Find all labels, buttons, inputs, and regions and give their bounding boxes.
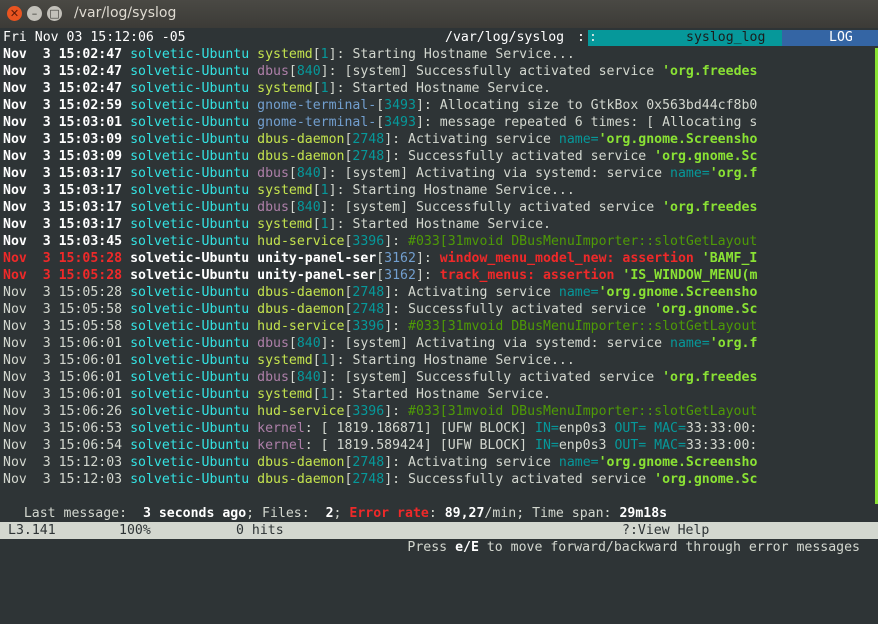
header-sep: : [589, 30, 597, 45]
maximize-window-icon[interactable]: □ [47, 6, 62, 21]
percent: 100% [119, 523, 151, 538]
log-row[interactable]: Nov 3 15:05:28 solvetic-Ubuntu dbus-daem… [3, 284, 878, 301]
line-number: L3.141 [8, 523, 56, 538]
log-row[interactable]: Nov 3 15:06:01 solvetic-Ubuntu dbus[840]… [3, 335, 878, 352]
log-row[interactable]: Nov 3 15:02:47 solvetic-Ubuntu systemd[1… [3, 80, 878, 97]
log-row[interactable]: Nov 3 15:05:28 solvetic-Ubuntu unity-pan… [3, 267, 878, 284]
window-title: /var/log/syslog [74, 5, 177, 21]
window-titlebar: ✕ – □ /var/log/syslog [0, 0, 878, 28]
log-row[interactable]: Nov 3 15:02:59 solvetic-Ubuntu gnome-ter… [3, 97, 878, 114]
log-lines[interactable]: Nov 3 15:02:47 solvetic-Ubuntu systemd[1… [3, 46, 878, 488]
log-row[interactable]: Nov 3 15:05:28 solvetic-Ubuntu unity-pan… [3, 250, 878, 267]
help-message: Press e/E to move forward/backward throu… [407, 540, 860, 555]
log-row[interactable]: Nov 3 15:03:17 solvetic-Ubuntu systemd[1… [3, 216, 878, 233]
log-row[interactable]: Nov 3 15:12:03 solvetic-Ubuntu dbus-daem… [3, 471, 878, 488]
status-line: Last message: 3 seconds ago; Files: 2; E… [23, 506, 668, 521]
log-row[interactable]: Nov 3 15:05:58 solvetic-Ubuntu dbus-daem… [3, 301, 878, 318]
log-row[interactable]: Nov 3 15:06:01 solvetic-Ubuntu systemd[1… [3, 352, 878, 369]
log-row[interactable]: Nov 3 15:03:01 solvetic-Ubuntu gnome-ter… [3, 114, 878, 131]
lnav-header: Fri Nov 03 15:12:06 -05 /var/log/syslog … [0, 30, 878, 46]
log-row[interactable]: Nov 3 15:03:17 solvetic-Ubuntu dbus[840]… [3, 165, 878, 182]
close-window-icon[interactable]: ✕ [7, 6, 22, 21]
log-row[interactable]: Nov 3 15:06:01 solvetic-Ubuntu systemd[1… [3, 386, 878, 403]
log-row[interactable]: Nov 3 15:02:47 solvetic-Ubuntu systemd[1… [3, 46, 878, 63]
terminal[interactable]: Fri Nov 03 15:12:06 -05 /var/log/syslog … [0, 28, 878, 557]
log-row[interactable]: Nov 3 15:06:54 solvetic-Ubuntu kernel: [… [3, 437, 878, 454]
log-row[interactable]: Nov 3 15:03:17 solvetic-Ubuntu systemd[1… [3, 182, 878, 199]
log-row[interactable]: Nov 3 15:06:01 solvetic-Ubuntu dbus[840]… [3, 369, 878, 386]
header-view: syslog_log [686, 30, 766, 45]
log-row[interactable]: Nov 3 15:03:09 solvetic-Ubuntu dbus-daem… [3, 148, 878, 165]
log-row[interactable]: Nov 3 15:03:17 solvetic-Ubuntu dbus[840]… [3, 199, 878, 216]
log-row[interactable]: Nov 3 15:12:03 solvetic-Ubuntu dbus-daem… [3, 454, 878, 471]
view-help-hint[interactable]: ?:View Help [622, 522, 709, 539]
header-datetime: Fri Nov 03 15:12:06 -05 [3, 30, 186, 45]
log-row[interactable]: Nov 3 15:06:26 solvetic-Ubuntu hud-servi… [3, 403, 878, 420]
log-row[interactable]: Nov 3 15:06:53 solvetic-Ubuntu kernel: [… [3, 420, 878, 437]
log-row[interactable]: Nov 3 15:02:47 solvetic-Ubuntu dbus[840]… [3, 63, 878, 80]
header-colon: : [577, 30, 585, 45]
log-row[interactable]: Nov 3 15:05:58 solvetic-Ubuntu hud-servi… [3, 318, 878, 335]
bottom-status-bar: L3.141 100% 0 hits ?:View Help [0, 522, 878, 539]
header-file: /var/log/syslog [445, 30, 565, 45]
hits-count: 0 hits [236, 523, 284, 538]
header-mode: LOG [829, 30, 853, 45]
log-row[interactable]: Nov 3 15:03:45 solvetic-Ubuntu hud-servi… [3, 233, 878, 250]
log-row[interactable]: Nov 3 15:03:09 solvetic-Ubuntu dbus-daem… [3, 131, 878, 148]
minimize-window-icon[interactable]: – [27, 6, 42, 21]
